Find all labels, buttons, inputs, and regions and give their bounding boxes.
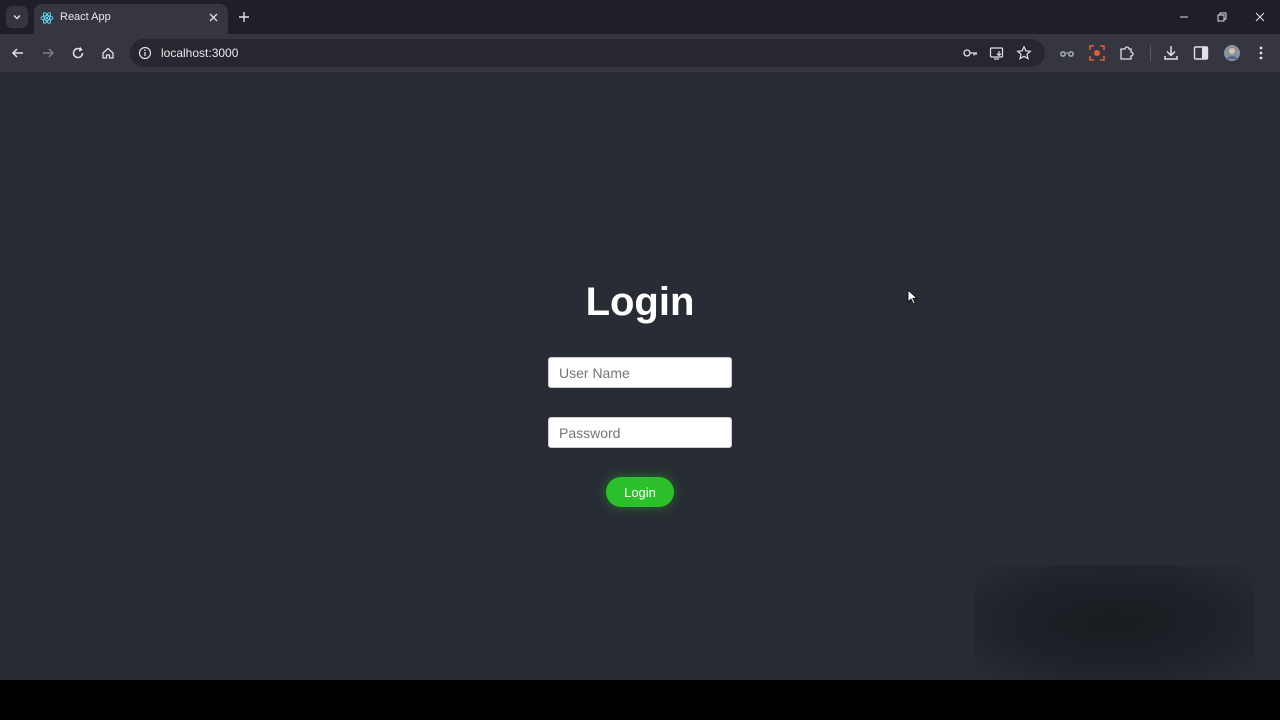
login-button[interactable]: Login — [606, 477, 674, 507]
screen-capture-icon — [1089, 45, 1105, 61]
key-icon — [963, 49, 977, 57]
downloads-button[interactable] — [1162, 44, 1180, 62]
tab-close-button[interactable] — [206, 10, 220, 24]
home-button[interactable] — [98, 43, 118, 63]
tab-title: React App — [60, 11, 111, 23]
login-title: Login — [585, 280, 695, 324]
reload-icon — [72, 47, 84, 59]
browser-menu-button[interactable] — [1252, 44, 1270, 62]
info-icon[interactable] — [138, 46, 152, 60]
kebab-menu-icon — [1259, 46, 1263, 60]
toolbar-separator — [1150, 45, 1151, 61]
back-button[interactable] — [8, 43, 28, 63]
reload-button[interactable] — [68, 43, 88, 63]
username-input[interactable] — [548, 357, 732, 388]
mouse-cursor-icon — [907, 289, 919, 305]
react-logo-icon — [40, 12, 54, 24]
password-key-button[interactable] — [962, 45, 978, 61]
password-input[interactable] — [548, 417, 732, 448]
plus-icon — [239, 12, 249, 22]
browser-toolbar: localhost:3000 — [0, 34, 1280, 73]
tab-strip: React App — [0, 0, 1280, 34]
close-icon — [209, 13, 217, 21]
chevron-down-icon — [13, 15, 21, 20]
decorative-shadow — [975, 565, 1255, 680]
puzzle-icon — [1120, 46, 1134, 60]
star-icon — [1016, 45, 1032, 60]
restore-icon — [1217, 12, 1227, 22]
avatar — [1224, 45, 1240, 61]
side-panel-button[interactable] — [1192, 44, 1210, 62]
minimize-icon — [1180, 16, 1188, 18]
download-icon — [1164, 46, 1178, 60]
glasses-icon — [1060, 51, 1074, 57]
side-panel-icon — [1193, 46, 1209, 60]
extensions-button[interactable] — [1118, 44, 1136, 62]
extension-screen-capture-button[interactable] — [1088, 44, 1106, 62]
home-icon — [102, 47, 114, 59]
address-bar[interactable]: localhost:3000 — [130, 39, 1045, 67]
close-icon — [1255, 12, 1265, 22]
screen-bottom-bar — [0, 680, 1280, 720]
minimize-button[interactable] — [1176, 9, 1192, 25]
arrow-right-icon — [43, 48, 55, 58]
browser-window: React App localhost:3000 Login User Name… — [0, 0, 1280, 680]
install-app-button[interactable] — [989, 45, 1005, 61]
url-text[interactable]: localhost:3000 — [161, 46, 238, 60]
bookmark-button[interactable] — [1016, 45, 1032, 61]
extension-glasses-button[interactable] — [1058, 44, 1076, 62]
arrow-left-icon — [11, 48, 23, 58]
restore-button[interactable] — [1214, 9, 1230, 25]
profile-button[interactable] — [1223, 44, 1241, 62]
new-tab-button[interactable] — [235, 8, 253, 26]
close-window-button[interactable] — [1252, 9, 1268, 25]
tab-search-button[interactable] — [6, 6, 28, 28]
tab-react-app[interactable]: React App — [34, 4, 228, 34]
install-icon — [989, 47, 1004, 60]
forward-button[interactable] — [38, 43, 58, 63]
